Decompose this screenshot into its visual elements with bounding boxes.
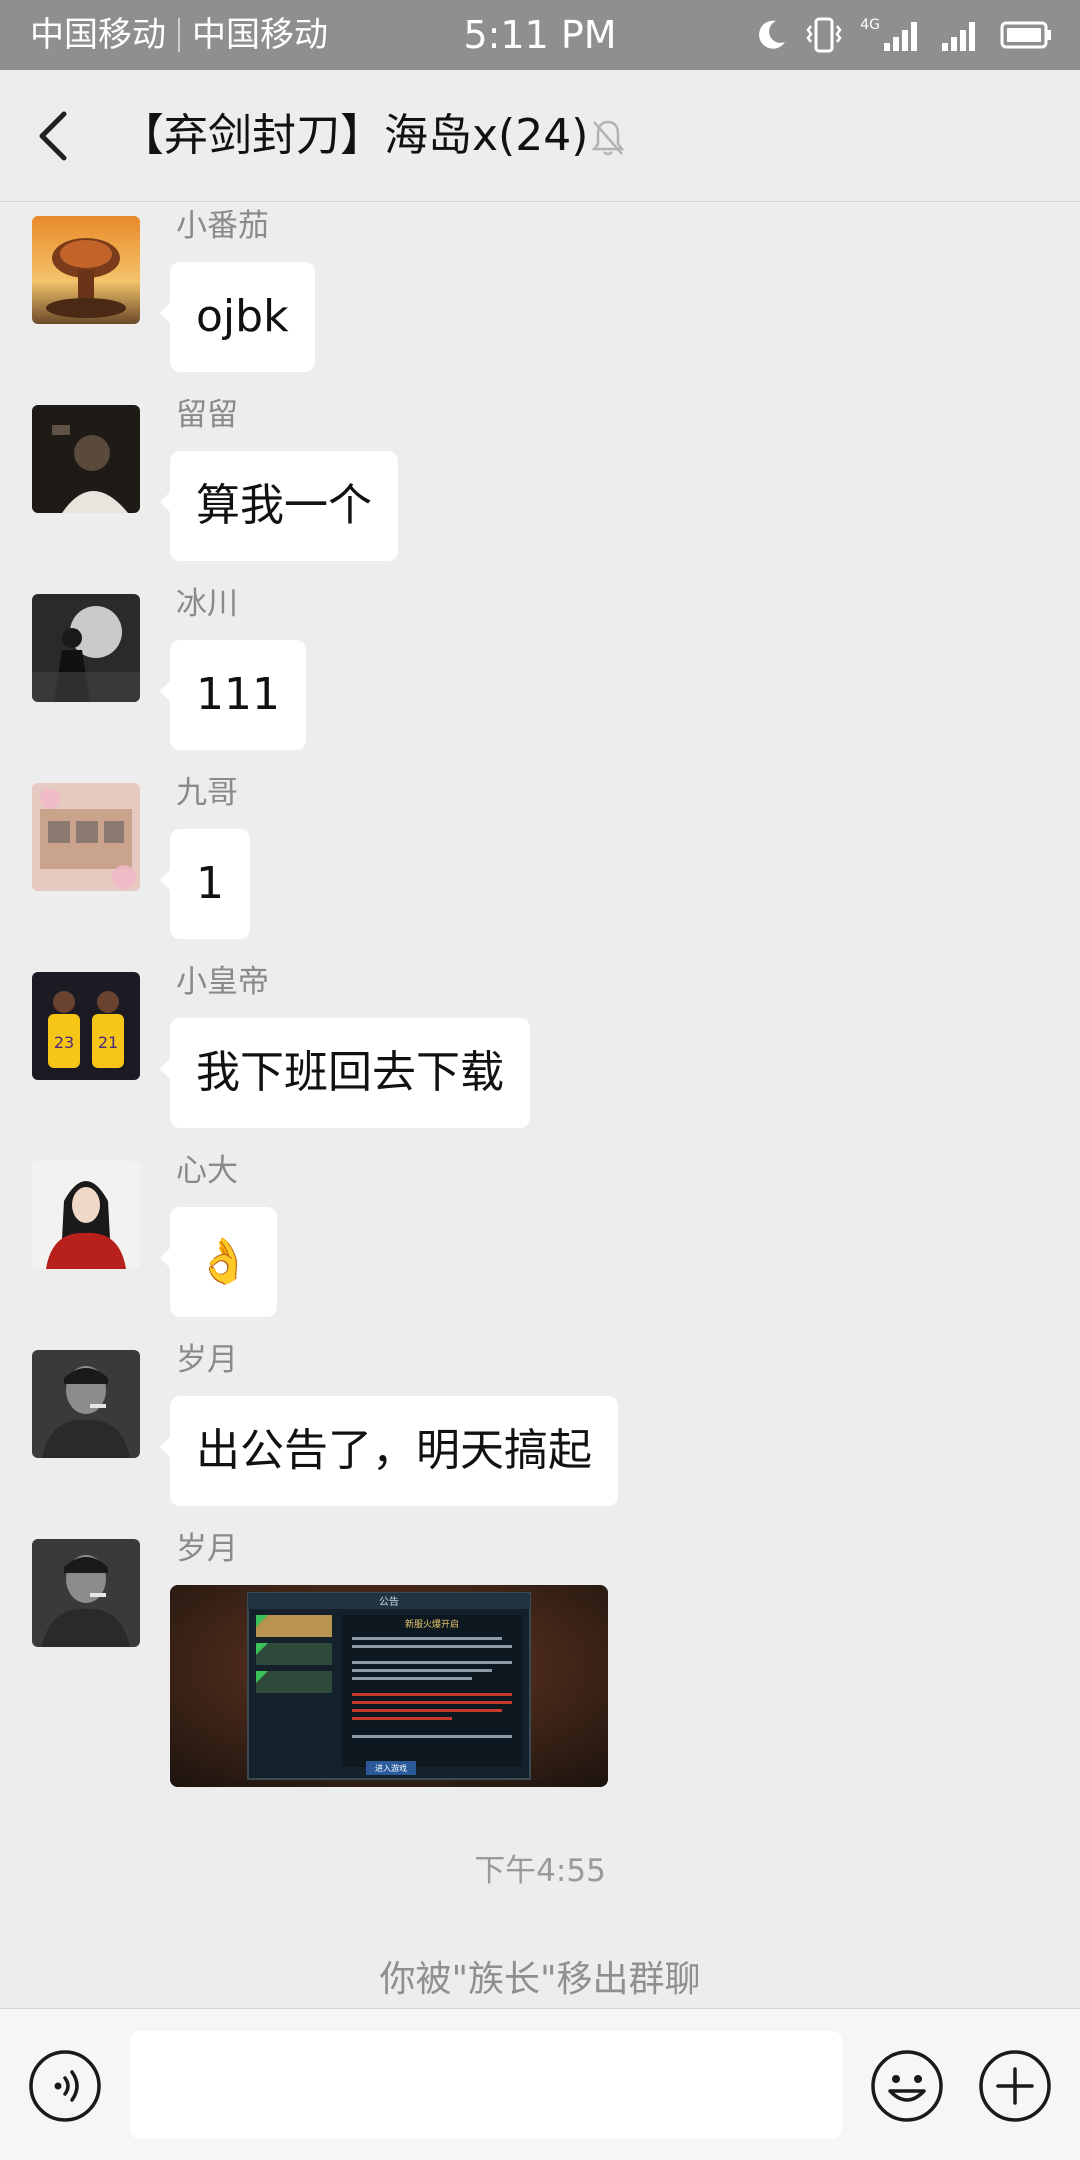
system-notice: 你被"族长"移出群聊	[379, 1959, 701, 2000]
sender-name: 留留	[176, 397, 238, 433]
signal-icon-1	[884, 22, 917, 51]
chat-title: 【弃剑封刀】海岛x(24)	[120, 110, 589, 161]
status-bar: 中国移动 中国移动 5:11 PM 4G	[0, 0, 1080, 70]
svg-text:23: 23	[54, 1033, 74, 1052]
sender-name: 冰川	[176, 586, 238, 622]
message-bubble[interactable]: 👌	[160, 1207, 277, 1317]
sender-name: 九哥	[176, 775, 238, 811]
sender-name: 岁月	[176, 1342, 238, 1378]
mute-bell-icon	[591, 120, 625, 156]
notice-enter-button: 进入游戏	[375, 1763, 407, 1773]
vibrate-icon	[806, 17, 842, 53]
message-bubble[interactable]: 111	[160, 640, 306, 750]
sender-name: 心大	[176, 1153, 238, 1189]
message-bubble[interactable]: 出公告了，明天搞起	[160, 1396, 618, 1506]
avatar[interactable]	[32, 216, 140, 324]
emoji-button[interactable]	[870, 2049, 944, 2123]
status-icons: 4G	[754, 14, 1052, 56]
avatar[interactable]	[32, 1161, 140, 1269]
avatar[interactable]: 23 21	[32, 972, 140, 1080]
input-bar	[0, 2008, 1080, 2160]
back-button[interactable]	[30, 108, 82, 164]
sender-name: 岁月	[176, 1531, 238, 1567]
message-bubble[interactable]: 我下班回去下载	[160, 1018, 530, 1128]
more-options-button[interactable]	[978, 2049, 1052, 2123]
message-bubble[interactable]: 1	[160, 829, 250, 939]
message-input[interactable]	[130, 2031, 842, 2139]
image-message[interactable]: 公告 新服火爆开启 进入游戏	[170, 1585, 608, 1787]
timestamp-label: 下午4:55	[474, 1853, 606, 1889]
avatar[interactable]	[32, 1539, 140, 1647]
network-type: 4G	[860, 17, 880, 33]
moon-icon	[759, 20, 786, 49]
signal-icon-2	[942, 22, 975, 51]
avatar[interactable]	[32, 783, 140, 891]
notice-panel-title: 公告	[379, 1595, 399, 1608]
notice-heading: 新服火爆开启	[405, 1618, 459, 1630]
sender-name: 小皇帝	[176, 964, 269, 1000]
svg-text:21: 21	[98, 1033, 118, 1052]
avatar[interactable]	[32, 594, 140, 702]
message-bubble[interactable]: 算我一个	[160, 451, 398, 561]
avatar[interactable]	[32, 1350, 140, 1458]
chat-header: 【弃剑封刀】海岛x(24)	[0, 70, 1080, 202]
battery-icon	[1000, 21, 1051, 49]
avatar[interactable]	[32, 405, 140, 513]
sender-name: 小番茄	[176, 208, 269, 244]
message-bubble[interactable]: ojbk	[160, 262, 315, 372]
voice-button[interactable]	[28, 2049, 102, 2123]
